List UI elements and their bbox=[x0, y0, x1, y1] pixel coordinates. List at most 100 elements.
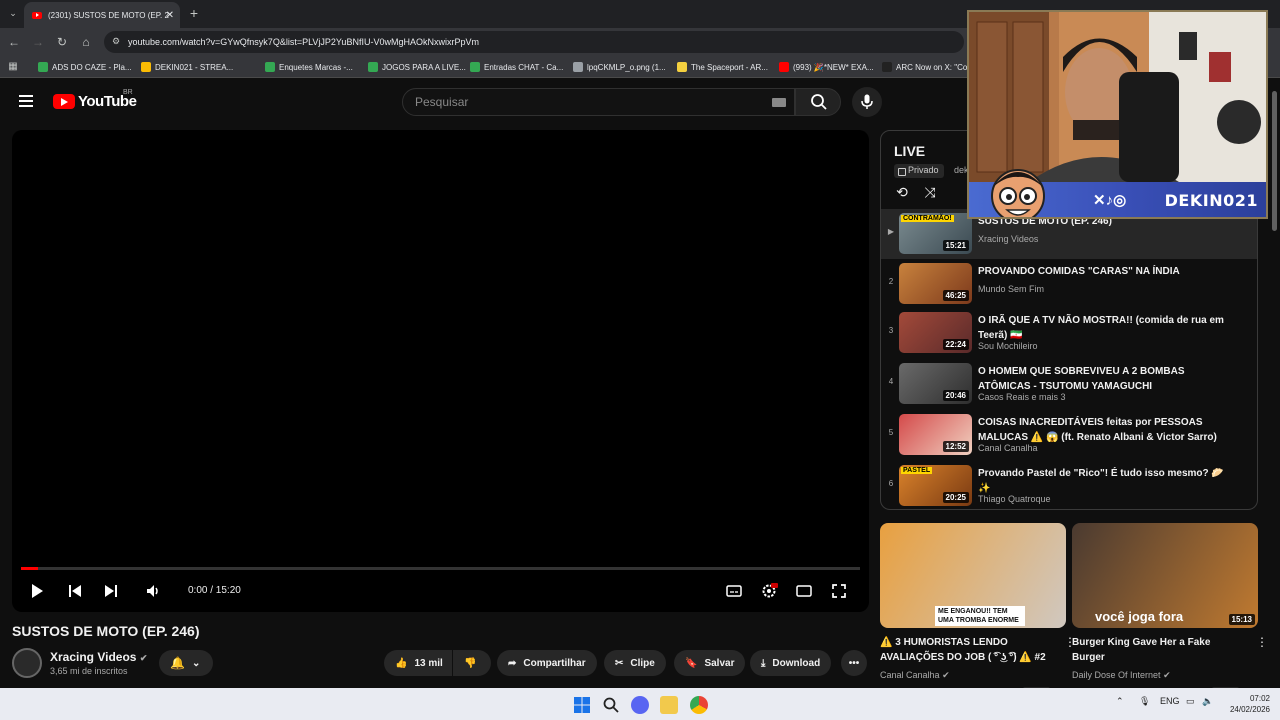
tray-chevron-icon[interactable]: ⌃ bbox=[1116, 696, 1124, 707]
playlist-item[interactable]: 2 46:25 PROVANDO COMIDAS "CARAS" NA ÍNDIA M… bbox=[881, 259, 1257, 309]
like-button[interactable]: 👍 13 mil bbox=[384, 650, 452, 676]
playlist-item-thumbnail[interactable]: 46:25 bbox=[899, 263, 972, 304]
tray-microphone-icon[interactable]: 🎙 bbox=[1139, 696, 1150, 707]
bookmark-favicon-icon bbox=[573, 62, 583, 72]
playlist-item[interactable]: 4 20:46 O HOMEM QUE SOBREVIVEU A 2 BOMBAS … bbox=[881, 359, 1257, 409]
keyboard-icon[interactable] bbox=[772, 98, 786, 107]
channel-avatar[interactable] bbox=[12, 648, 42, 678]
next-icon[interactable] bbox=[102, 582, 120, 600]
recommended-channel[interactable]: Canal Canalha ✔ bbox=[880, 668, 1066, 682]
close-tab-icon[interactable]: ✕ bbox=[166, 10, 174, 21]
back-arrow-icon[interactable]: ← bbox=[6, 34, 22, 50]
new-tab-button[interactable]: + bbox=[186, 5, 202, 21]
reload-icon[interactable]: ↻ bbox=[54, 34, 70, 50]
bookmark-favicon-icon bbox=[368, 62, 378, 72]
url-bar[interactable]: ⚙ youtube.com/watch?v=GYwQfnsyk7Q&list=P… bbox=[104, 31, 964, 53]
playlist-item-thumbnail[interactable]: 20:46 bbox=[899, 363, 972, 404]
loop-icon[interactable]: ⟲ bbox=[893, 184, 911, 200]
bookmark-label: ADS DO CAZE - Pla... bbox=[52, 62, 132, 72]
recommended-channel-name: Daily Dose Of Internet bbox=[1072, 670, 1161, 680]
network-icon[interactable]: ▭ bbox=[1186, 696, 1195, 707]
playlist-item-thumbnail[interactable]: 12:52 bbox=[899, 414, 972, 455]
bookmark-label: The Spaceport - AR... bbox=[691, 62, 768, 72]
chrome-icon[interactable] bbox=[690, 696, 708, 714]
theater-mode-icon[interactable] bbox=[795, 582, 813, 600]
subscribed-notifications-button[interactable]: 🔔 ⌄ bbox=[159, 650, 213, 676]
clock-time: 07:02 bbox=[1249, 694, 1270, 703]
playlist-item-index: 4 bbox=[888, 377, 894, 386]
playlist-item-thumbnail[interactable]: CONTRAMÃO! 15:21 bbox=[899, 213, 972, 254]
discord-icon[interactable] bbox=[631, 696, 649, 714]
speaker-icon[interactable]: 🔈 bbox=[1202, 696, 1213, 707]
bookmark-item[interactable]: ARC Now on X: "Co... bbox=[882, 60, 974, 74]
recommended-video[interactable]: você joga fora 15:13 Burger King Gave Her … bbox=[1072, 523, 1268, 688]
home-icon[interactable]: ⌂ bbox=[78, 34, 94, 50]
bookmark-item[interactable]: JOGOS PARA A LIVE... bbox=[368, 60, 466, 74]
clip-button[interactable]: ✂ Clipe bbox=[604, 650, 666, 676]
windows-taskbar: ⌃ 🎙 ENG ▭ 🔈 07:02 24/02/2026 bbox=[0, 688, 1280, 720]
playlist-item-thumbnail[interactable]: 22:24 bbox=[899, 312, 972, 353]
search-button[interactable] bbox=[795, 88, 841, 116]
bookmark-item[interactable]: The Spaceport - AR... bbox=[677, 60, 768, 74]
playlist-item-thumbnail[interactable]: PASTEL 20:25 bbox=[899, 465, 972, 506]
channel-name[interactable]: Xracing Videos ✔ bbox=[50, 650, 147, 664]
voice-search-button[interactable] bbox=[852, 87, 882, 117]
tab-search-icon[interactable]: ⌄ bbox=[5, 5, 21, 21]
video-player[interactable]: 0:00 / 15:20 bbox=[12, 130, 869, 612]
like-count: 13 mil bbox=[414, 657, 443, 669]
progress-bar[interactable] bbox=[21, 567, 860, 570]
thumbnail-caption: CONTRAMÃO! bbox=[901, 215, 954, 222]
more-horizontal-icon: ••• bbox=[848, 657, 860, 669]
search-input[interactable]: Pesquisar bbox=[402, 88, 795, 116]
forward-arrow-icon[interactable]: → bbox=[30, 34, 46, 50]
page-scrollbar[interactable] bbox=[1272, 91, 1277, 231]
subtitles-icon[interactable] bbox=[725, 582, 743, 600]
more-vertical-icon[interactable]: ⋮ bbox=[1256, 635, 1268, 649]
playlist-item[interactable]: 5 12:52 COISAS INACREDITÁVEIS feitas por P… bbox=[881, 410, 1257, 460]
time-display: 0:00 / 15:20 bbox=[188, 585, 241, 596]
playlist-item[interactable]: 3 22:24 O IRÃ QUE A TV NÃO MOSTRA!! (comid… bbox=[881, 308, 1257, 358]
share-button[interactable]: ➦ Compartilhar bbox=[497, 650, 597, 676]
previous-icon[interactable] bbox=[66, 582, 84, 600]
playlist-item[interactable]: 6 PASTEL 20:25 Provando Pastel de "Rico"! É… bbox=[881, 461, 1257, 509]
recommended-channel[interactable]: Daily Dose Of Internet ✔ bbox=[1072, 668, 1258, 682]
playlist-item-duration: 46:25 bbox=[942, 290, 969, 301]
playlist-item-duration: 15:21 bbox=[942, 240, 969, 251]
dislike-button[interactable]: 👎 bbox=[453, 650, 491, 676]
file-explorer-icon[interactable] bbox=[660, 696, 678, 714]
playlist-item-title: O IRÃ QUE A TV NÃO MOSTRA!! (comida de r… bbox=[978, 315, 1224, 341]
playlist-item-index: 6 bbox=[888, 479, 894, 488]
volume-icon[interactable] bbox=[144, 582, 162, 600]
hamburger-menu-icon[interactable] bbox=[19, 95, 33, 107]
shuffle-icon[interactable]: ⤨ bbox=[921, 184, 939, 200]
download-button[interactable]: ⤓ Download bbox=[750, 650, 832, 676]
settings-gear-icon[interactable] bbox=[760, 582, 778, 600]
playlist-item-index: 5 bbox=[888, 428, 894, 437]
bookmark-item[interactable]: ADS DO CAZE - Pla... bbox=[38, 60, 132, 74]
input-language[interactable]: ENG bbox=[1160, 696, 1180, 706]
bookmark-item[interactable]: DEKIN021 - STREA... bbox=[141, 60, 233, 74]
tab-title: (2301) SUSTOS DE MOTO (EP. 2 bbox=[48, 10, 169, 20]
system-clock[interactable]: 07:02 24/02/2026 bbox=[1230, 693, 1270, 715]
apps-grid-icon[interactable]: ▦ bbox=[5, 59, 21, 75]
play-icon[interactable] bbox=[28, 582, 46, 600]
clip-label: Clipe bbox=[630, 657, 655, 669]
more-actions-button[interactable]: ••• bbox=[841, 650, 867, 676]
bookmark-item[interactable]: Enquetes Marcas -... bbox=[265, 60, 353, 74]
browser-tab[interactable]: (2301) SUSTOS DE MOTO (EP. 2 ✕ bbox=[24, 2, 180, 28]
playlist-item-title: PROVANDO COMIDAS "CARAS" NA ÍNDIA bbox=[978, 266, 1180, 277]
bookmark-item[interactable]: Entradas CHAT - Ca... bbox=[470, 60, 563, 74]
taskbar-search-icon[interactable] bbox=[602, 696, 620, 714]
bookmark-item[interactable]: (993) 🎉*NEW* EXA... bbox=[779, 60, 874, 74]
fullscreen-icon[interactable] bbox=[830, 582, 848, 600]
site-info-icon[interactable]: ⚙ bbox=[112, 36, 120, 47]
windows-start-icon[interactable] bbox=[573, 696, 591, 714]
recommended-thumbnail[interactable]: você joga fora 15:13 bbox=[1072, 523, 1258, 628]
playlist-title[interactable]: LIVE bbox=[894, 143, 925, 159]
bookmark-label: Enquetes Marcas -... bbox=[279, 62, 353, 72]
save-button[interactable]: 🔖 Salvar bbox=[674, 650, 746, 676]
recommended-video[interactable]: ME ENGANOU!! TEM UMA TROMBA ENORME ⚠️ 3 H… bbox=[880, 523, 1076, 688]
bookmark-item[interactable]: lpqCKMLP_o.png (1... bbox=[573, 60, 666, 74]
verified-icon: ✔ bbox=[139, 653, 148, 663]
recommended-thumbnail[interactable]: ME ENGANOU!! TEM UMA TROMBA ENORME bbox=[880, 523, 1066, 628]
